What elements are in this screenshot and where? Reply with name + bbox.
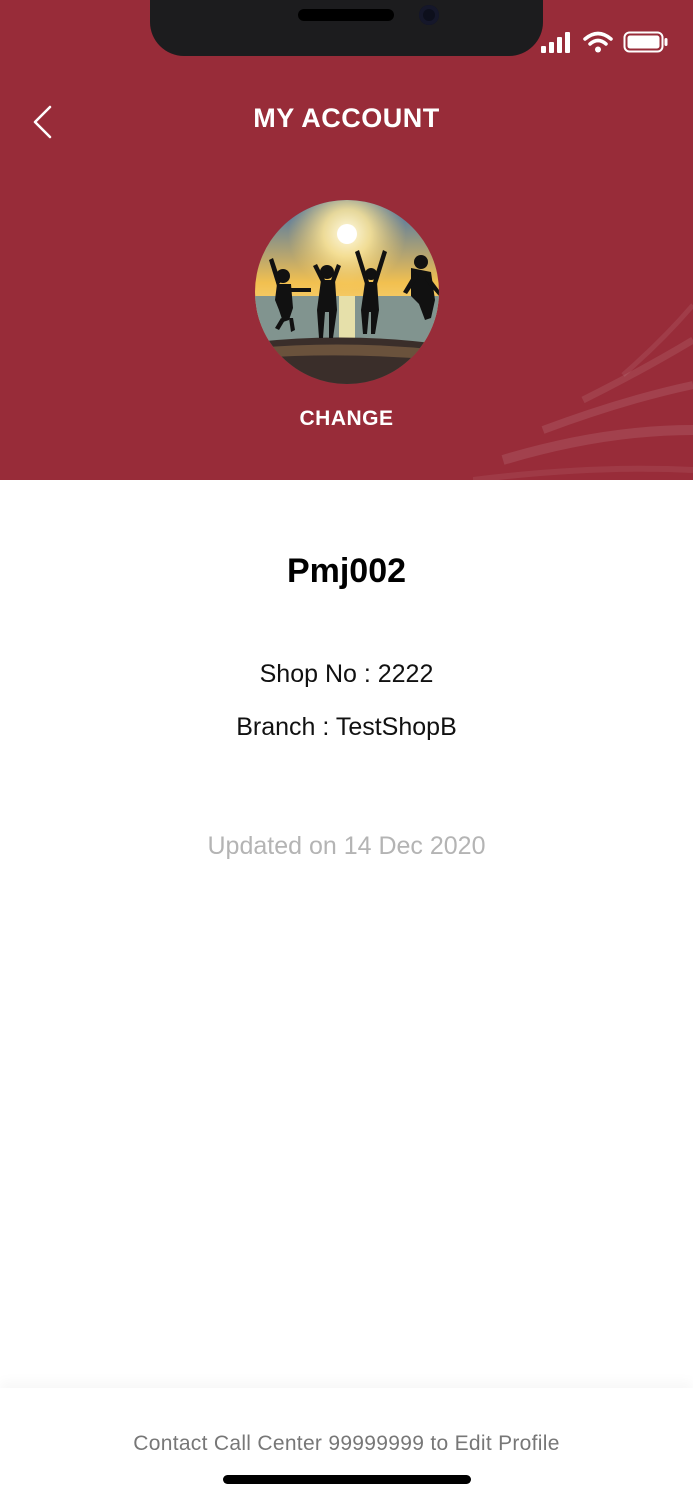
page-title: MY ACCOUNT (253, 103, 440, 133)
contact-call-center-text: Contact Call Center 99999999 to Edit Pro… (133, 1432, 560, 1455)
updated-date: Updated on 14 Dec 2020 (207, 832, 486, 860)
front-camera (419, 5, 439, 25)
account-header: MY ACCOUNT CHANGE (0, 0, 693, 480)
home-indicator[interactable] (223, 1475, 471, 1484)
device-notch (150, 0, 543, 56)
shop-number: Shop No : 2222 (259, 660, 434, 688)
wifi-icon (583, 31, 613, 53)
profile-photo (255, 200, 439, 384)
branch-name: Branch : TestShopB (236, 713, 457, 741)
status-bar-icons (541, 30, 669, 54)
change-photo-link[interactable]: CHANGE (0, 407, 693, 431)
header-swoosh-decoration (473, 303, 693, 480)
profile-avatar[interactable] (255, 200, 439, 384)
speaker-grille (298, 9, 394, 21)
signal-icon (541, 32, 570, 53)
username: Pmj002 (286, 552, 407, 590)
battery-icon (623, 31, 668, 53)
